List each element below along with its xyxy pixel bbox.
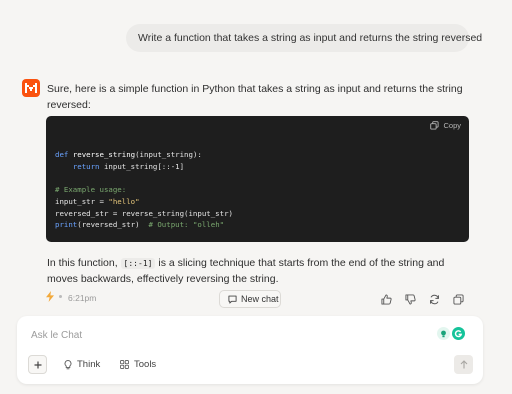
code-text: (input_string):: [135, 150, 202, 159]
copy-message-button[interactable]: [451, 292, 465, 306]
answer-explanation: In this function, [::-1] is a slicing te…: [47, 256, 467, 287]
code-comment: # Example usage:: [55, 185, 127, 195]
code-comment: # Output: "olleh": [148, 220, 225, 230]
send-button[interactable]: [454, 355, 473, 374]
code-block: Copy def reverse_string(input_string): r…: [46, 116, 469, 242]
lightbulb-icon: [64, 359, 72, 369]
inline-code: [::-1]: [120, 258, 156, 269]
think-label: Think: [77, 359, 101, 370]
thumbs-down-button[interactable]: [403, 292, 417, 306]
user-message-text: Write a function that takes a string as …: [138, 32, 483, 44]
thumbs-down-icon: [404, 293, 416, 305]
message-meta-row: 6:21pm New chat: [44, 290, 468, 308]
code-text: input_str =: [55, 196, 109, 206]
code-text: input_string[::-1]: [99, 161, 185, 171]
copy-label: Copy: [443, 121, 461, 130]
copy-icon: [452, 293, 464, 305]
code-string: "hello": [108, 196, 140, 206]
arrow-up-icon: [460, 360, 467, 369]
think-button[interactable]: Think: [64, 359, 100, 370]
plus-icon: [34, 361, 41, 368]
thumbs-up-button[interactable]: [379, 292, 393, 306]
copy-icon: [430, 121, 440, 130]
code-text: reversed_str = reverse_string(input_str): [55, 208, 233, 218]
new-chat-button[interactable]: New chat: [219, 290, 281, 308]
tools-label: Tools: [134, 359, 157, 370]
thumbs-up-icon: [380, 293, 392, 305]
separator-dot: [59, 295, 62, 298]
chat-input[interactable]: [31, 330, 411, 341]
le-chat-logo-icon: [22, 79, 40, 97]
answer-intro: Sure, here is a simple function in Pytho…: [47, 83, 463, 111]
chat-bubble-icon: [228, 295, 237, 304]
extension-icons: [437, 327, 465, 340]
regenerate-button[interactable]: [427, 292, 441, 306]
lightning-icon: [46, 291, 54, 302]
code-function-name: reverse_string: [72, 150, 136, 159]
code-text: (reversed_str): [77, 220, 149, 230]
grammarly-icon[interactable]: [452, 327, 465, 340]
lightbulb-icon[interactable]: [437, 327, 450, 340]
chat-composer: Think Tools: [17, 316, 483, 384]
copy-button[interactable]: Copy: [430, 121, 461, 130]
grid-icon: [120, 360, 129, 369]
tools-button[interactable]: Tools: [120, 359, 156, 370]
code-keyword: def: [55, 150, 69, 159]
new-chat-label: New chat: [241, 294, 279, 304]
user-message: Write a function that takes a string as …: [126, 24, 482, 52]
refresh-icon: [429, 294, 439, 304]
message-timestamp: 6:21pm: [68, 293, 97, 303]
message-actions: [379, 292, 465, 306]
code-keyword: return: [72, 161, 100, 171]
code-keyword: print: [55, 220, 78, 230]
code-content: def reverse_string(input_string): return…: [55, 149, 233, 231]
attach-plus-button[interactable]: [28, 355, 47, 374]
explanation-text: In this function,: [47, 257, 121, 269]
